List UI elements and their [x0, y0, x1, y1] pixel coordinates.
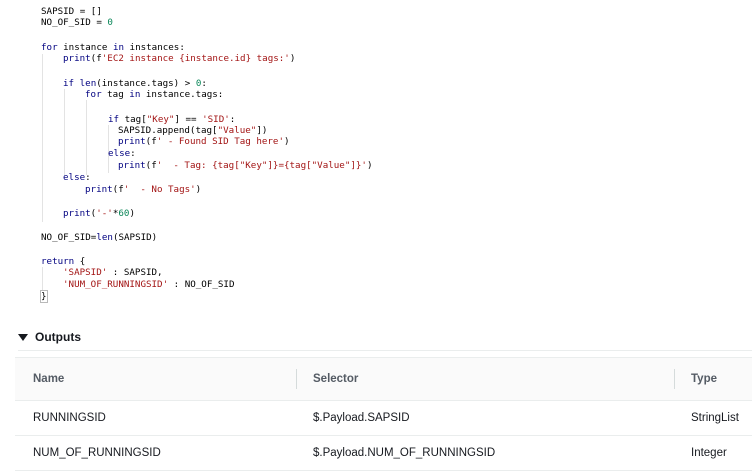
code-line: else:: [63, 172, 91, 183]
cell-name: RUNNINGSID: [33, 412, 106, 424]
code-line: else:: [108, 148, 136, 159]
code-line: print(f'EC2 instance {instance.id} tags:…: [63, 53, 296, 64]
section-divider: [18, 350, 752, 351]
code-line: print(f' - No Tags'): [85, 184, 202, 195]
caret-down-icon: [18, 333, 28, 341]
code-line: print(f' - Found SID Tag here'): [118, 136, 290, 147]
code-line: SAPSID.append(tag["Value"]): [118, 125, 268, 136]
cell-selector: $.Payload.NUM_OF_RUNNINGSID: [313, 447, 496, 459]
code-line: NO_OF_SID=len(SAPSID): [41, 232, 158, 243]
code-line: }: [40, 290, 48, 303]
code-line: for tag in instance.tags:: [85, 89, 224, 100]
code-line: NO_OF_SID = 0: [41, 17, 113, 28]
outputs-section-toggle[interactable]: Outputs: [18, 328, 81, 346]
code-editor[interactable]: SAPSID = [] NO_OF_SID = 0 for instance i…: [0, 0, 752, 320]
code-line: return {: [41, 256, 86, 267]
code-line: print('-'*60): [63, 208, 135, 219]
table-row[interactable]: NUM_OF_RUNNINGSID $.Payload.NUM_OF_RUNNI…: [15, 436, 752, 471]
cell-type: Integer: [691, 447, 727, 459]
indent-guide: [42, 54, 43, 222]
column-divider: [674, 369, 675, 389]
code-line: print(f' - Tag: {tag["Key"]}={tag["Value…: [118, 160, 373, 171]
column-header-selector[interactable]: Selector: [313, 358, 358, 400]
cell-selector: $.Payload.SAPSID: [313, 412, 410, 424]
code-line: SAPSID = []: [41, 6, 102, 17]
code-line: if len(instance.tags) > 0:: [63, 78, 207, 89]
cell-name: NUM_OF_RUNNINGSID: [33, 447, 161, 459]
code-line: for instance in instances:: [41, 42, 185, 53]
column-divider: [296, 369, 297, 389]
code-line: if tag["Key"] == 'SID':: [108, 114, 236, 125]
outputs-table: Name Selector Type RUNNINGSID $.Payload.…: [15, 357, 752, 471]
code-line: 'NUM_OF_RUNNINGSID' : NO_OF_SID: [63, 279, 235, 290]
indent-guide: [64, 89, 65, 175]
indent-guide: [42, 267, 43, 291]
table-row[interactable]: RUNNINGSID $.Payload.SAPSID StringList: [15, 401, 752, 436]
outputs-title: Outputs: [35, 330, 81, 344]
code-line: 'SAPSID' : SAPSID,: [63, 267, 163, 278]
column-header-type[interactable]: Type: [691, 358, 717, 400]
cell-type: StringList: [691, 412, 739, 424]
indent-guide: [86, 100, 87, 175]
table-header: Name Selector Type: [15, 357, 752, 401]
column-header-name[interactable]: Name: [33, 358, 64, 400]
